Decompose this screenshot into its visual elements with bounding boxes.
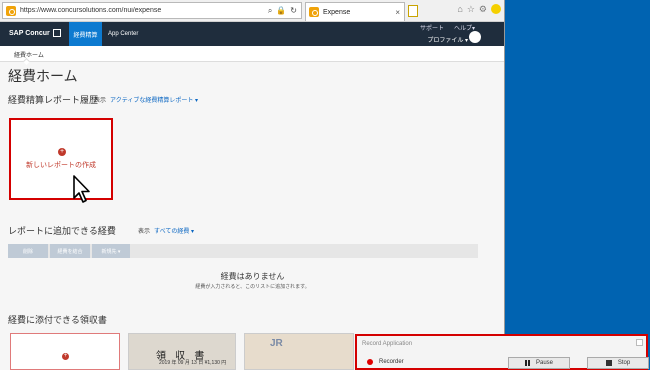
pause-label: Pause: [535, 360, 553, 366]
close-tab-icon[interactable]: ×: [395, 8, 404, 17]
move-to-button[interactable]: 新規先 ▾: [92, 244, 130, 258]
create-report-card[interactable]: + 新しいレポートの作成: [9, 118, 113, 200]
stop-icon: [605, 360, 612, 366]
receipt-details: 2019 年 09 月 13 日 ¥1,130 円: [159, 360, 227, 366]
record-dot-icon: [367, 359, 373, 365]
expenses-toolbar: 削除 経費を結合 新規先 ▾: [8, 244, 478, 258]
view-label: 表示: [138, 229, 151, 235]
refresh-icon[interactable]: ↻: [290, 6, 297, 16]
jr-ticket-image: JR: [270, 338, 283, 349]
expenses-view-filter: 表示 すべての経費 ▾: [138, 226, 194, 235]
receipt-thumbnail[interactable]: 領 収 書 2019 年 09 月 13 日 ¥1,130 円: [128, 333, 236, 370]
search-icon[interactable]: ⌕: [268, 6, 272, 16]
close-icon[interactable]: [636, 339, 643, 346]
reports-view-filter: 表示 アクティブな経費精算レポート ▾: [94, 95, 198, 104]
home-icon[interactable]: ⌂: [457, 4, 462, 15]
combine-expenses-button[interactable]: 経費を結合: [50, 244, 90, 258]
concur-favicon-icon: [6, 5, 16, 16]
view-label: 表示: [94, 98, 107, 104]
app-header: SAP Concur 経費精算 App Center サポート ヘルプ▾ プロフ…: [0, 22, 504, 46]
desktop-background: [505, 0, 650, 370]
avatar[interactable]: [469, 31, 481, 43]
tab-favicon-icon: [309, 7, 319, 17]
brand-name: SAP Concur: [9, 29, 50, 37]
settings-gear-icon[interactable]: ⚙: [479, 4, 487, 15]
expenses-section-title: レポートに追加できる経費: [8, 226, 116, 236]
empty-expenses-title: 経費はありません: [220, 272, 285, 281]
pause-icon: [524, 360, 530, 366]
expenses-view-dropdown[interactable]: すべての経費 ▾: [154, 229, 194, 235]
browser-tab-expense[interactable]: Expense ×: [305, 2, 405, 21]
create-report-label: 新しいレポートの作成: [26, 162, 96, 169]
nav-expense[interactable]: 経費精算: [69, 22, 102, 46]
url-text[interactable]: https://www.concursolutions.com/nui/expe…: [20, 7, 268, 14]
empty-expenses-subtitle: 経費が入力されると、このリストに追加されます。: [195, 284, 310, 290]
recorder-label: Recorder: [379, 359, 404, 365]
recorder-title: Record Application: [362, 341, 413, 347]
support-link[interactable]: サポート: [420, 23, 444, 32]
recorder-status: Recorder: [367, 359, 404, 365]
mouse-cursor-icon: [73, 175, 90, 203]
breadcrumb-pointer: [22, 57, 31, 66]
plus-icon: +: [58, 148, 66, 156]
browser-window: https://www.concursolutions.com/nui/expe…: [0, 0, 505, 370]
receipt-thumbnail-ticket[interactable]: JR: [244, 333, 354, 370]
plus-icon: +: [62, 353, 69, 360]
breadcrumb-home[interactable]: 経費ホーム: [14, 50, 44, 59]
lock-icon[interactable]: 🔒: [276, 6, 286, 16]
feedback-smiley-icon[interactable]: [491, 4, 501, 14]
breadcrumb: 経費ホーム: [0, 46, 504, 66]
nav-app-center[interactable]: App Center: [108, 22, 138, 46]
add-receipt-card[interactable]: +: [10, 333, 120, 370]
pause-button[interactable]: Pause: [508, 357, 570, 369]
new-tab-button[interactable]: [408, 5, 418, 17]
profile-menu[interactable]: プロファイル ▾: [427, 35, 468, 44]
address-bar[interactable]: https://www.concursolutions.com/nui/expe…: [2, 2, 302, 19]
brand-logo[interactable]: SAP Concur: [9, 29, 61, 37]
reports-view-dropdown[interactable]: アクティブな経費精算レポート ▾: [110, 98, 198, 104]
brand-logo-icon: [52, 29, 61, 37]
receipts-section-title: 経費に添付できる領収書: [8, 315, 107, 325]
record-application-window: Record Application Recorder Pause Stop: [355, 334, 649, 370]
stop-label: Stop: [617, 360, 631, 366]
delete-button[interactable]: 削除: [8, 244, 48, 258]
page-title: 経費ホーム: [8, 68, 78, 84]
reports-section-title: 経費精算レポート履歴: [8, 95, 99, 105]
tab-title: Expense: [323, 8, 351, 16]
favorites-star-icon[interactable]: ☆: [467, 4, 475, 15]
browser-chrome: https://www.concursolutions.com/nui/expe…: [0, 0, 504, 22]
stop-button[interactable]: Stop: [587, 357, 649, 369]
